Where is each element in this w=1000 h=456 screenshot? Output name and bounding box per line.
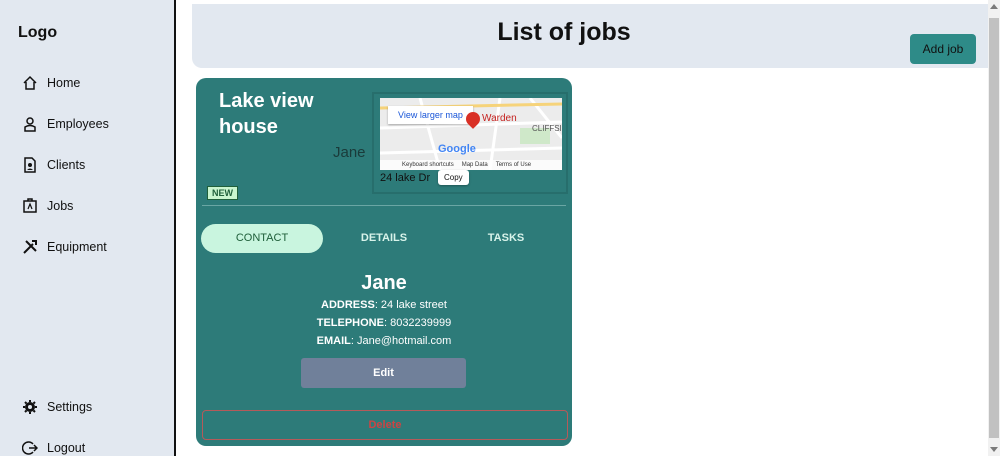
google-logo: Google bbox=[438, 143, 476, 155]
job-card: Lake view house Jane NEW View larger map… bbox=[196, 78, 572, 446]
divider bbox=[202, 205, 566, 206]
map-footer-link[interactable]: Map Data bbox=[462, 162, 488, 168]
email-value: : Jane@hotmail.com bbox=[350, 335, 452, 347]
sidebar-item-label: Jobs bbox=[47, 199, 74, 213]
sidebar-item-label: Employees bbox=[47, 117, 109, 131]
sidebar-item-label: Home bbox=[47, 76, 81, 90]
contact-email: EMAIL: Jane@hotmail.com bbox=[196, 335, 572, 347]
logo: Logo bbox=[18, 24, 58, 41]
contact-address: ADDRESS: 24 lake street bbox=[196, 299, 572, 311]
sidebar-item-label: Clients bbox=[47, 158, 86, 172]
status-badge: NEW bbox=[207, 186, 238, 200]
sidebar-item-home[interactable]: Home bbox=[22, 75, 80, 91]
add-job-button[interactable]: Add job bbox=[910, 34, 976, 64]
gear-icon bbox=[23, 400, 37, 414]
address-label: ADDRESS bbox=[321, 299, 375, 311]
contact-name: Jane bbox=[361, 272, 407, 294]
map-place-label: Warden bbox=[482, 113, 517, 124]
telephone-label: TELEPHONE bbox=[316, 317, 384, 329]
copy-button[interactable]: Copy bbox=[438, 170, 469, 185]
logout-icon bbox=[22, 441, 38, 455]
scrollbar[interactable] bbox=[988, 0, 1000, 456]
sidebar-item-jobs[interactable]: Jobs bbox=[22, 198, 73, 214]
delete-button[interactable]: Delete bbox=[202, 410, 568, 440]
sidebar-item-label: Settings bbox=[47, 400, 93, 414]
scroll-down-icon[interactable] bbox=[990, 447, 998, 452]
sidebar-item-equipment[interactable]: Equipment bbox=[22, 239, 107, 255]
jobs-icon bbox=[23, 198, 37, 213]
contact-telephone: TELEPHONE: 8032239999 bbox=[196, 317, 572, 329]
sidebar-item-clients[interactable]: Clients bbox=[22, 157, 85, 173]
sidebar: Logo Home Employees Clients Jobs Equipme… bbox=[0, 0, 176, 456]
home-icon bbox=[23, 75, 37, 90]
sidebar-item-employees[interactable]: Employees bbox=[22, 116, 109, 132]
map[interactable]: View larger map Warden CLIFFSIDE Google … bbox=[380, 98, 562, 170]
page-title: List of jobs bbox=[497, 18, 631, 46]
map-footer-link[interactable]: Keyboard shortcuts bbox=[402, 162, 454, 168]
email-label: EMAIL bbox=[316, 335, 351, 347]
map-widget: View larger map Warden CLIFFSIDE Google … bbox=[372, 92, 568, 194]
sidebar-item-label: Equipment bbox=[47, 240, 107, 254]
page-header: List of jobs Add job bbox=[192, 4, 988, 68]
telephone-value: : 8032239999 bbox=[383, 317, 452, 329]
job-client: Jane bbox=[333, 144, 366, 161]
employees-icon bbox=[24, 117, 36, 132]
sidebar-item-logout[interactable]: Logout bbox=[22, 440, 85, 456]
sidebar-item-label: Logout bbox=[47, 441, 86, 455]
map-footer-link[interactable]: Terms of Use bbox=[496, 162, 531, 168]
clients-icon bbox=[24, 157, 36, 173]
view-larger-map-link[interactable]: View larger map bbox=[388, 106, 473, 124]
tab-tasks[interactable]: TASKS bbox=[445, 224, 567, 253]
sidebar-item-settings[interactable]: Settings bbox=[22, 399, 92, 415]
map-address: 24 lake Dr bbox=[380, 172, 431, 184]
edit-button[interactable]: Edit bbox=[301, 358, 466, 388]
map-place-label: CLIFFSIDE bbox=[532, 124, 562, 133]
tab-contact[interactable]: CONTACT bbox=[201, 224, 323, 253]
equipment-icon bbox=[23, 240, 37, 254]
tab-details[interactable]: DETAILS bbox=[323, 224, 445, 253]
address-value: : 24 lake street bbox=[374, 299, 447, 311]
map-footer: Keyboard shortcuts Map Data Terms of Use bbox=[380, 160, 562, 170]
job-title: Lake view house bbox=[219, 90, 314, 138]
scroll-up-icon[interactable] bbox=[990, 4, 998, 9]
scroll-thumb[interactable] bbox=[989, 18, 999, 438]
